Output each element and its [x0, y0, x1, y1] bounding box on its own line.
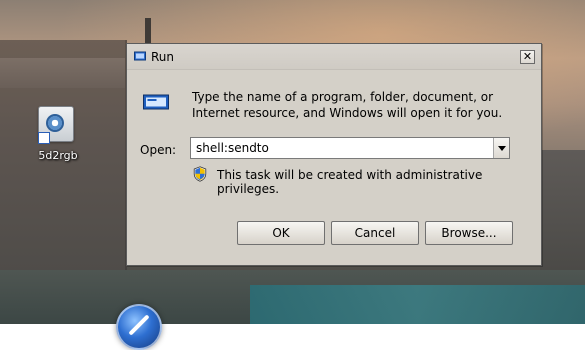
- start-orb-mark: [128, 314, 150, 336]
- browse-button[interactable]: Browse...: [425, 221, 513, 245]
- browse-button-label: Browse...: [441, 226, 497, 240]
- water: [250, 285, 585, 324]
- open-input[interactable]: shell:sendto: [196, 141, 269, 155]
- ok-button[interactable]: OK: [237, 221, 325, 245]
- building-right: [540, 150, 585, 270]
- run-program-icon: [143, 94, 169, 110]
- close-icon: ✕: [522, 50, 533, 63]
- run-dialog: Run ✕ Type the name of a program, folder…: [126, 43, 542, 266]
- gear-icon: [46, 114, 64, 132]
- desktop-shortcut-5d2rgb[interactable]: 5d2rgb: [30, 104, 86, 168]
- dropdown-button[interactable]: [493, 138, 509, 158]
- building-roof: [0, 58, 125, 88]
- cancel-button-label: Cancel: [354, 226, 396, 240]
- instruction-text: Type the name of a program, folder, docu…: [192, 90, 503, 120]
- cancel-button[interactable]: Cancel: [331, 221, 419, 245]
- desktop-icon-label: 5d2rgb: [38, 149, 78, 162]
- start-orb-icon[interactable]: [116, 304, 162, 350]
- close-button[interactable]: ✕: [520, 50, 535, 64]
- ok-button-label: OK: [272, 226, 290, 240]
- admin-privileges-note: This task will be created with administr…: [217, 168, 483, 196]
- shortcut-arrow-icon: [38, 132, 50, 144]
- run-icon: [134, 51, 146, 61]
- spire: [145, 18, 151, 44]
- uac-shield-icon: [193, 166, 207, 182]
- open-combobox[interactable]: shell:sendto: [190, 137, 510, 159]
- dialog-title: Run: [151, 50, 175, 64]
- title-bar: Run ✕: [127, 44, 541, 70]
- open-label: Open:: [140, 143, 177, 157]
